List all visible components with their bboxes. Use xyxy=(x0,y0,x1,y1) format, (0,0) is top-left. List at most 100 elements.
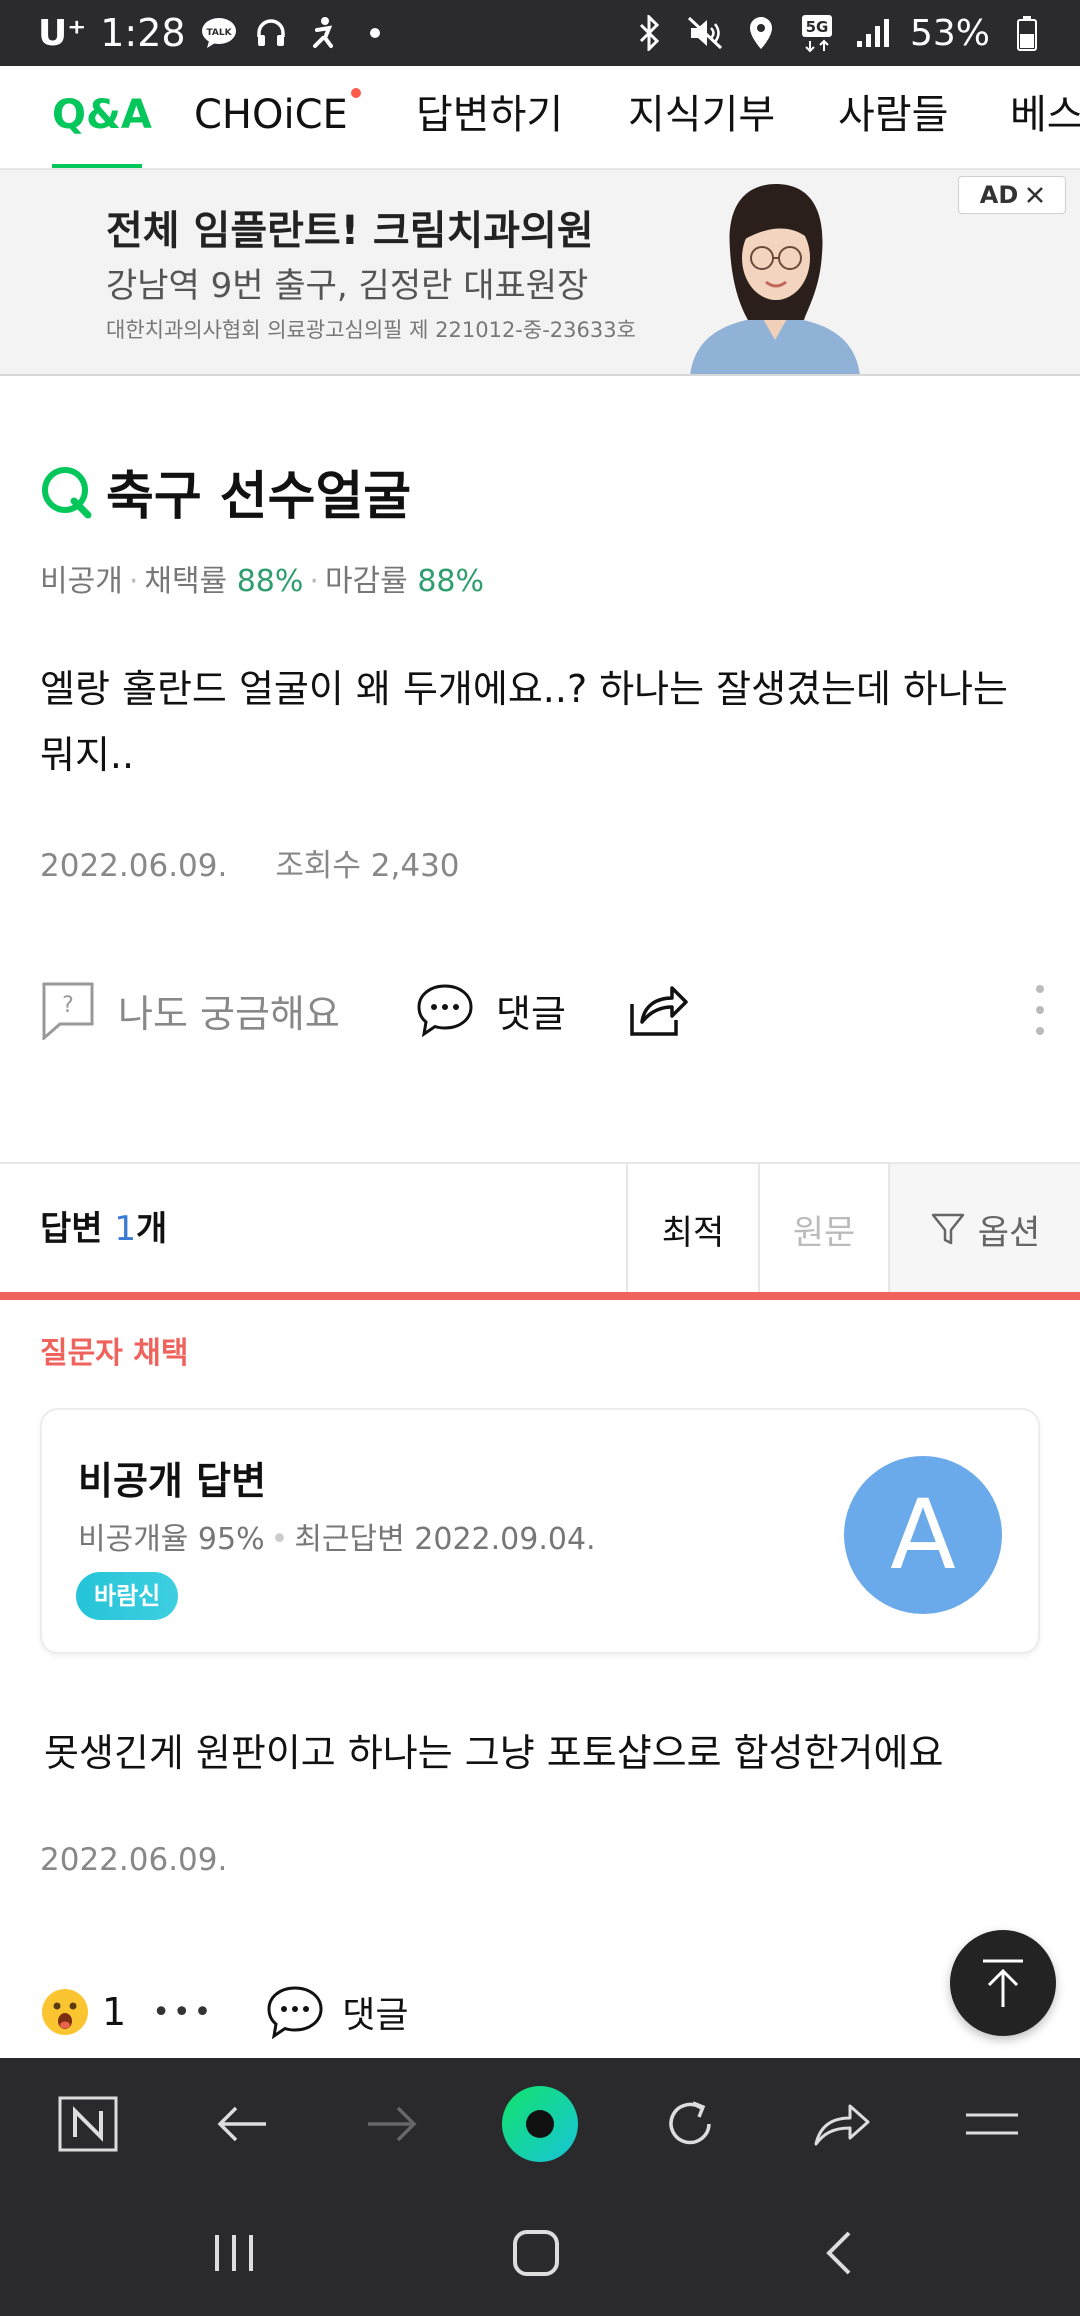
rank-badge: 바람신 xyxy=(76,1572,179,1620)
recents-icon xyxy=(215,2235,253,2271)
ad-banner[interactable]: 전체 임플란트! 크림치과의원 강남역 9번 출구, 김정란 대표원장 대한치과… xyxy=(0,170,1080,376)
tab-answer[interactable]: 답변하기 xyxy=(416,66,563,168)
naver-n-icon xyxy=(58,2096,118,2152)
chosen-by-asker-label: 질문자 채택 xyxy=(40,1336,189,1371)
me-too-label: 나도 궁금해요 xyxy=(118,991,340,1036)
scroll-to-top-button[interactable] xyxy=(950,1930,1056,2036)
reaction-count: 1 xyxy=(102,1990,127,2034)
ad-close-badge[interactable]: AD xyxy=(958,176,1066,214)
question-date: 2022.06.09. xyxy=(40,848,228,884)
naver-home-button[interactable] xyxy=(28,2058,148,2190)
question-meta: 비공개 · 채택률 88% · 마감률 88% xyxy=(40,564,484,599)
tab-knowledge-donation[interactable]: 지식기부 xyxy=(628,66,775,168)
answer-comment-label: 댓글 xyxy=(342,1995,409,2036)
top-tab-nav: Q&A CHOiCE 답변하기 지식기부 사람들 베스 xyxy=(0,66,1080,170)
status-time: 1:28 xyxy=(100,11,186,55)
question-actions: ? 나도 궁금해요 댓글 xyxy=(0,970,1080,1050)
recents-button[interactable] xyxy=(174,2190,294,2316)
signal-icon xyxy=(854,14,892,52)
forward-arrow-icon xyxy=(368,2106,417,2142)
comment-label: 댓글 xyxy=(496,991,566,1036)
sort-best-button[interactable]: 최적 xyxy=(626,1164,758,1294)
sort-original-button[interactable]: 원문 xyxy=(758,1164,888,1294)
chosen-divider xyxy=(0,1292,1080,1300)
answer-count-prefix: 답변 xyxy=(40,1209,103,1249)
browser-share-button[interactable] xyxy=(782,2058,902,2190)
tab-choice[interactable]: CHOiCE xyxy=(194,66,348,168)
answerer-profile-card[interactable]: 비공개 답변 비공개율 95% • 최근답변 2022.09.04. 바람신 A xyxy=(40,1408,1040,1654)
forward-button[interactable] xyxy=(332,2058,452,2190)
question-title-row: 축구 선수얼굴 xyxy=(38,456,412,527)
reaction-more-button[interactable]: ••• xyxy=(152,1995,214,2030)
author-private: 비공개 xyxy=(40,564,123,599)
location-icon xyxy=(742,14,780,52)
answer-count: 답변 1개 xyxy=(40,1164,167,1294)
option-filter-button[interactable]: 옵션 xyxy=(888,1164,1080,1294)
close-rate-value: 88% xyxy=(417,564,484,599)
5g-icon: 5G xyxy=(798,14,836,53)
question-bubble-icon: ? xyxy=(42,982,94,1040)
refresh-icon xyxy=(669,2101,711,2145)
ad-note: 대한치과의사협회 의료광고심의필 제 221012-중-23633호 xyxy=(106,318,636,342)
tab-qna[interactable]: Q&A xyxy=(52,66,152,168)
accessibility-icon xyxy=(304,14,342,52)
answer-count-suffix: 개 xyxy=(136,1209,168,1249)
adopt-rate-value: 88% xyxy=(236,564,304,599)
answers-header: 답변 1개 최적 원문 옵션 xyxy=(0,1162,1080,1300)
carrier-label: U⁺ xyxy=(38,12,87,54)
answer-body: 못생긴게 원판이고 하나는 그냥 포토샵으로 합성한거에요 xyxy=(44,1731,944,1775)
answer-count-number: 1 xyxy=(114,1209,137,1249)
avatar[interactable]: A xyxy=(844,1456,1002,1614)
ad-label: AD xyxy=(979,181,1019,209)
menu-icon xyxy=(966,2113,1018,2135)
home-icon xyxy=(513,2230,559,2276)
close-icon xyxy=(1027,187,1044,203)
question-share-button[interactable] xyxy=(626,970,690,1050)
answer-comment-button[interactable]: 댓글 xyxy=(266,1984,409,2040)
answerer-name: 비공개 답변 xyxy=(78,1459,267,1503)
adopt-rate-label: 채택률 xyxy=(144,564,228,599)
comment-icon xyxy=(267,1986,323,2040)
new-dot-indicator xyxy=(351,88,361,98)
back-arrow-icon xyxy=(217,2106,266,2142)
option-label: 옵션 xyxy=(977,1212,1041,1253)
answerer-stats: 비공개율 95% • 최근답변 2022.09.04. xyxy=(78,1522,596,1557)
svg-text:TALK: TALK xyxy=(206,28,232,38)
naver-green-dot-icon xyxy=(502,2086,578,2162)
comment-icon xyxy=(417,984,473,1038)
arrow-up-to-top-icon xyxy=(983,1959,1023,2007)
doctor-photo xyxy=(690,184,860,374)
headphones-icon xyxy=(252,14,290,52)
naver-green-dot-button[interactable] xyxy=(480,2058,600,2190)
system-nav-bar xyxy=(0,2190,1080,2316)
battery-percent: 53% xyxy=(909,12,990,54)
ad-subtitle: 강남역 9번 출구, 김정란 대표원장 xyxy=(106,266,589,306)
me-too-button[interactable]: ? 나도 궁금해요 xyxy=(40,970,340,1050)
svg-text:?: ? xyxy=(62,993,74,1018)
private-rate: 비공개율 95% xyxy=(78,1522,265,1557)
menu-button[interactable] xyxy=(932,2058,1052,2190)
share-icon xyxy=(630,986,688,1036)
ad-title: 전체 임플란트! 크림치과의원 xyxy=(106,208,594,254)
back-button[interactable] xyxy=(182,2058,302,2190)
filter-icon xyxy=(931,1213,964,1245)
close-rate-label: 마감률 xyxy=(324,564,408,599)
bluetooth-icon xyxy=(630,14,668,52)
answer-date: 2022.06.09. xyxy=(40,1842,228,1878)
back-icon xyxy=(826,2231,851,2275)
more-vertical-icon xyxy=(1036,985,1044,1035)
question-body: 엘랑 홀란드 얼굴이 왜 두개에요..? 하나는 잘생겼는데 하나는 뭐지.. xyxy=(40,667,1008,777)
system-back-button[interactable] xyxy=(778,2190,898,2316)
question-comment-button[interactable]: 댓글 xyxy=(416,970,566,1050)
home-button[interactable] xyxy=(476,2190,596,2316)
surprised-emoji-icon[interactable] xyxy=(40,1987,90,2037)
question-date-row: 2022.06.09. 조회수 2,430 xyxy=(40,840,460,885)
refresh-button[interactable] xyxy=(630,2058,750,2190)
notification-dot-icon xyxy=(356,14,394,52)
browser-toolbar xyxy=(0,2058,1080,2190)
view-count: 조회수 2,430 xyxy=(275,848,460,884)
more-options-button[interactable] xyxy=(1020,970,1060,1050)
question-title: 축구 선수얼굴 xyxy=(106,466,412,527)
tab-best[interactable]: 베스 xyxy=(1010,66,1080,168)
tab-people[interactable]: 사람들 xyxy=(838,66,948,168)
